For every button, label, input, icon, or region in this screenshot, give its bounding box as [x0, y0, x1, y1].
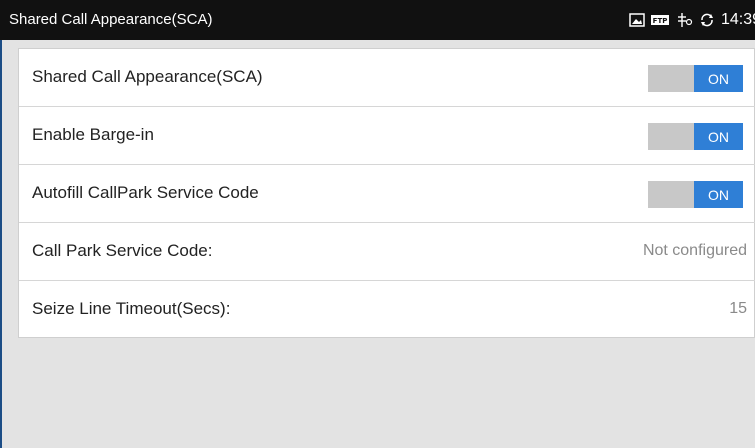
toggle-off-segment: [648, 181, 694, 208]
setting-row-barge-in[interactable]: Enable Barge-in ON: [19, 107, 755, 165]
status-icons: FTP 14:39: [629, 0, 755, 40]
setting-label: Call Park Service Code:: [32, 241, 213, 260]
usb-icon: [675, 12, 693, 28]
svg-text:FTP: FTP: [653, 17, 668, 25]
setting-label: Seize Line Timeout(Secs):: [32, 299, 231, 318]
autofill-callpark-toggle[interactable]: ON: [648, 181, 743, 208]
setting-row-sca[interactable]: Shared Call Appearance(SCA) ON: [19, 49, 755, 107]
setting-label: Autofill CallPark Service Code: [32, 183, 259, 202]
page-title: Shared Call Appearance(SCA): [9, 11, 213, 28]
setting-label: Shared Call Appearance(SCA): [32, 67, 263, 86]
sync-icon: [699, 12, 715, 28]
setting-label: Enable Barge-in: [32, 125, 154, 144]
toggle-on-segment: ON: [694, 65, 743, 92]
window-edge: [0, 40, 2, 448]
toggle-on-segment: ON: [694, 181, 743, 208]
status-bar: Shared Call Appearance(SCA) FTP 14:3: [0, 0, 755, 40]
setting-row-call-park-code[interactable]: Call Park Service Code: Not configured: [19, 223, 755, 281]
setting-row-autofill-callpark[interactable]: Autofill CallPark Service Code ON: [19, 165, 755, 223]
settings-card: Shared Call Appearance(SCA) ON Enable Ba…: [18, 48, 755, 338]
image-icon: [629, 12, 645, 28]
ftp-icon: FTP: [651, 12, 669, 28]
barge-in-toggle[interactable]: ON: [648, 123, 743, 150]
call-park-code-value: Not configured: [642, 242, 747, 259]
toggle-off-segment: [648, 65, 694, 92]
seize-line-timeout-value: 15: [729, 300, 747, 317]
status-time: 14:39: [721, 11, 755, 28]
sca-toggle[interactable]: ON: [648, 65, 743, 92]
toggle-on-segment: ON: [694, 123, 743, 150]
setting-row-seize-line-timeout[interactable]: Seize Line Timeout(Secs): 15: [19, 281, 755, 339]
toggle-off-segment: [648, 123, 694, 150]
